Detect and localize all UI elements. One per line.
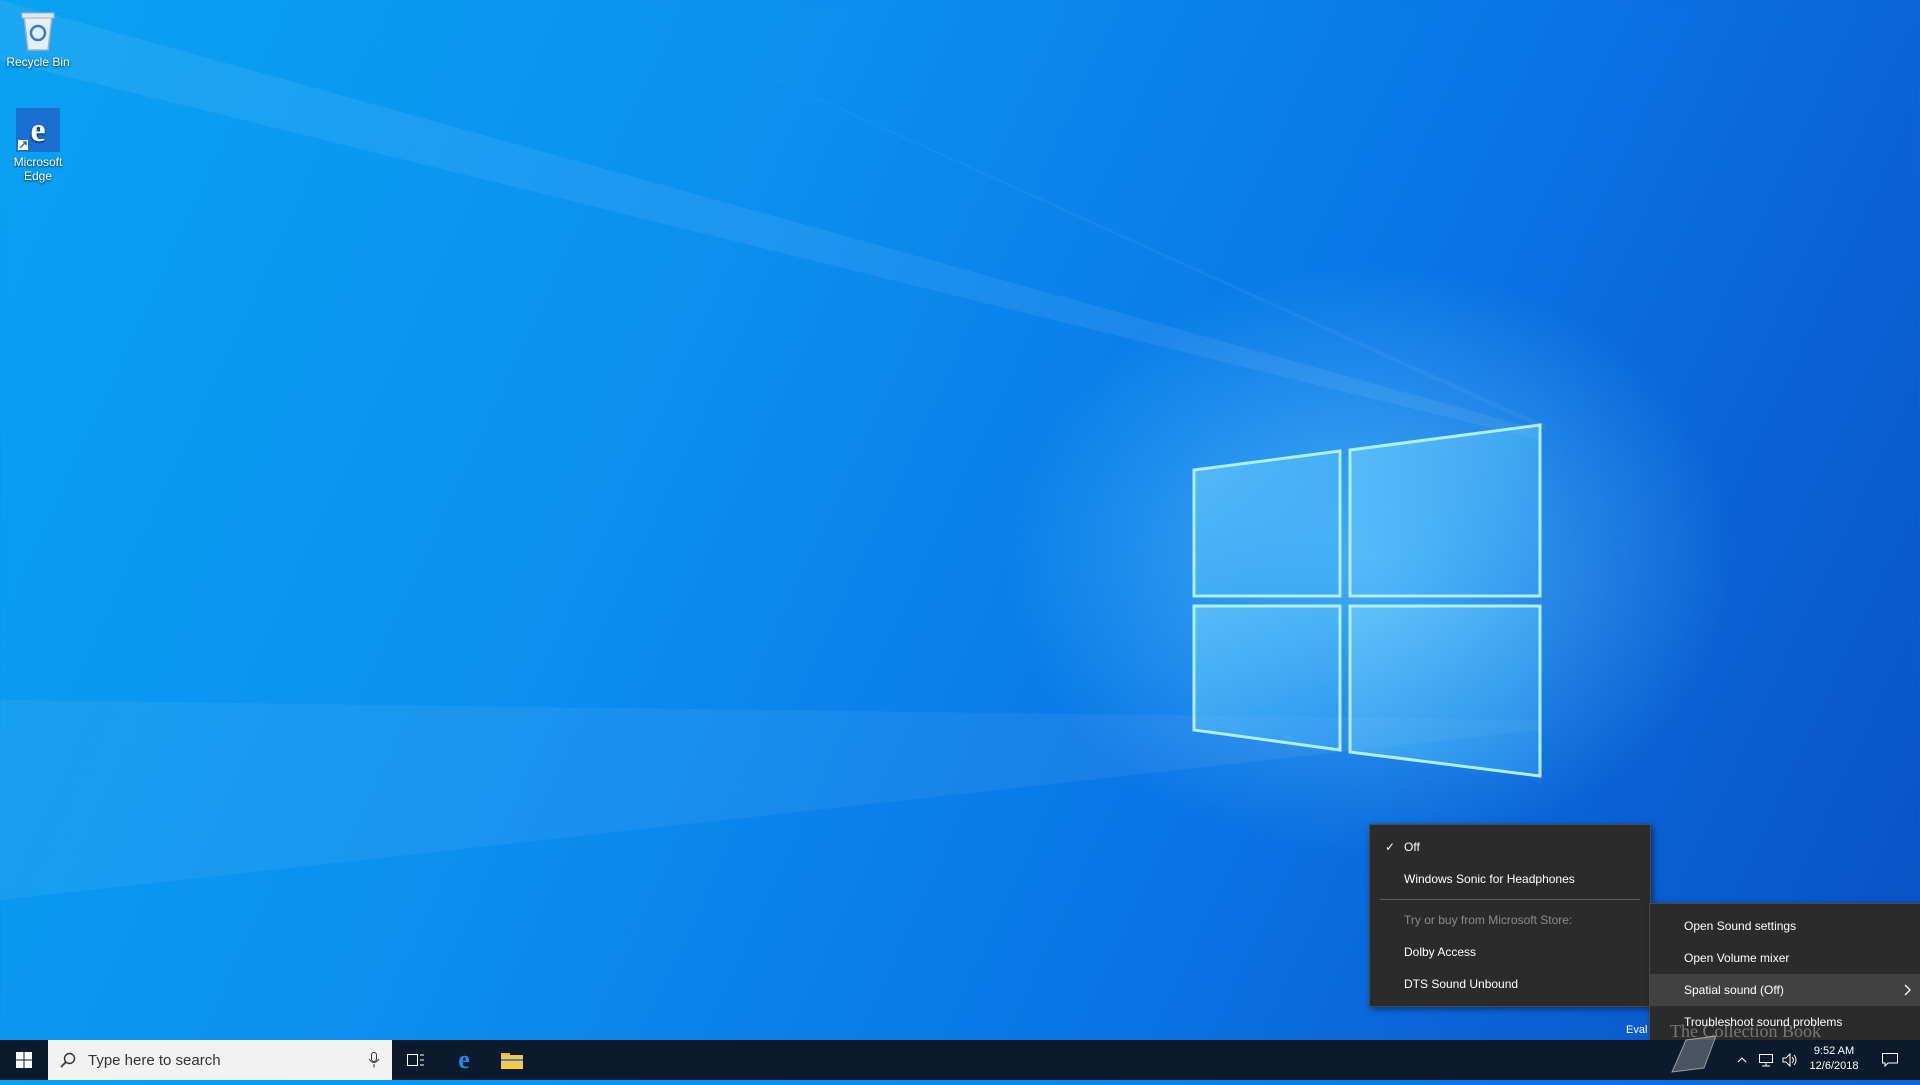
tray-chevron-up-icon[interactable] [1730, 1040, 1754, 1080]
network-icon[interactable] [1754, 1040, 1778, 1080]
task-view-button[interactable] [392, 1040, 440, 1080]
menu-item-off[interactable]: ✓ Off [1370, 831, 1650, 863]
menu-item-label: Off [1404, 840, 1420, 854]
menu-item-spatial-sound[interactable]: Spatial sound (Off) [1650, 974, 1920, 1006]
evaluation-text: Eval [1626, 1024, 1648, 1036]
desktop-icon-recycle-bin[interactable]: Recycle Bin [0, 8, 76, 69]
microphone-icon[interactable] [368, 1052, 380, 1068]
desktop-icon-label: Microsoft Edge [13, 155, 63, 183]
clock[interactable]: 9:52 AM 12/6/2018 [1802, 1044, 1866, 1074]
menu-item-label: Try or buy from Microsoft Store: [1404, 913, 1573, 927]
edge-icon: e [16, 108, 60, 152]
menu-item-label: Open Volume mixer [1684, 951, 1790, 965]
notification-icon [1882, 1053, 1898, 1067]
menu-item-label: DTS Sound Unbound [1404, 977, 1519, 991]
volume-icon[interactable] [1778, 1040, 1802, 1080]
clock-date: 12/6/2018 [1809, 1060, 1859, 1072]
svg-text:e: e [30, 112, 45, 149]
windows-logo [1192, 423, 1542, 778]
desktop-icon-label: Recycle Bin [6, 55, 70, 69]
desktop-icon-microsoft-edge[interactable]: e Microsoft Edge [0, 108, 76, 183]
windows-start-icon [16, 1052, 32, 1068]
menu-item-label: Dolby Access [1404, 945, 1477, 959]
search-placeholder: Type here to search [88, 1051, 221, 1069]
menu-item-dolby-access[interactable]: Dolby Access [1370, 936, 1650, 968]
menu-item-open-volume-mixer[interactable]: Open Volume mixer [1650, 942, 1920, 974]
menu-item-label: Spatial sound (Off) [1684, 983, 1784, 997]
menu-item-windows-sonic[interactable]: Windows Sonic for Headphones [1370, 863, 1650, 895]
menu-item-dts-sound-unbound[interactable]: DTS Sound Unbound [1370, 968, 1650, 1000]
menu-item-open-sound-settings[interactable]: Open Sound settings [1650, 910, 1920, 942]
edge-icon: e [458, 1048, 470, 1072]
action-center-button[interactable] [1870, 1040, 1910, 1080]
recycle-bin-icon [16, 8, 60, 52]
menu-item-label: Open Sound settings [1684, 919, 1797, 933]
taskbar-edge-button[interactable]: e [440, 1040, 488, 1080]
file-explorer-icon [501, 1053, 523, 1069]
menu-store-header: Try or buy from Microsoft Store: [1370, 904, 1650, 936]
menu-separator [1380, 899, 1640, 900]
svg-text:e: e [458, 1048, 470, 1072]
menu-item-label: Windows Sonic for Headphones [1404, 872, 1575, 886]
taskbar: Type here to search e 9:52 AM 12/6/2018 [0, 1035, 1920, 1080]
taskbar-file-explorer-button[interactable] [488, 1040, 536, 1080]
spatial-sound-submenu: ✓ Off Windows Sonic for Headphones Try o… [1369, 824, 1651, 1007]
watermark: The Collection Book [1670, 1021, 1821, 1041]
task-view-icon [407, 1054, 424, 1066]
start-button[interactable] [0, 1040, 48, 1080]
checkmark-icon: ✓ [1384, 840, 1396, 854]
clock-time: 9:52 AM [1813, 1045, 1855, 1057]
search-icon [60, 1052, 76, 1068]
search-box[interactable]: Type here to search [48, 1040, 392, 1080]
